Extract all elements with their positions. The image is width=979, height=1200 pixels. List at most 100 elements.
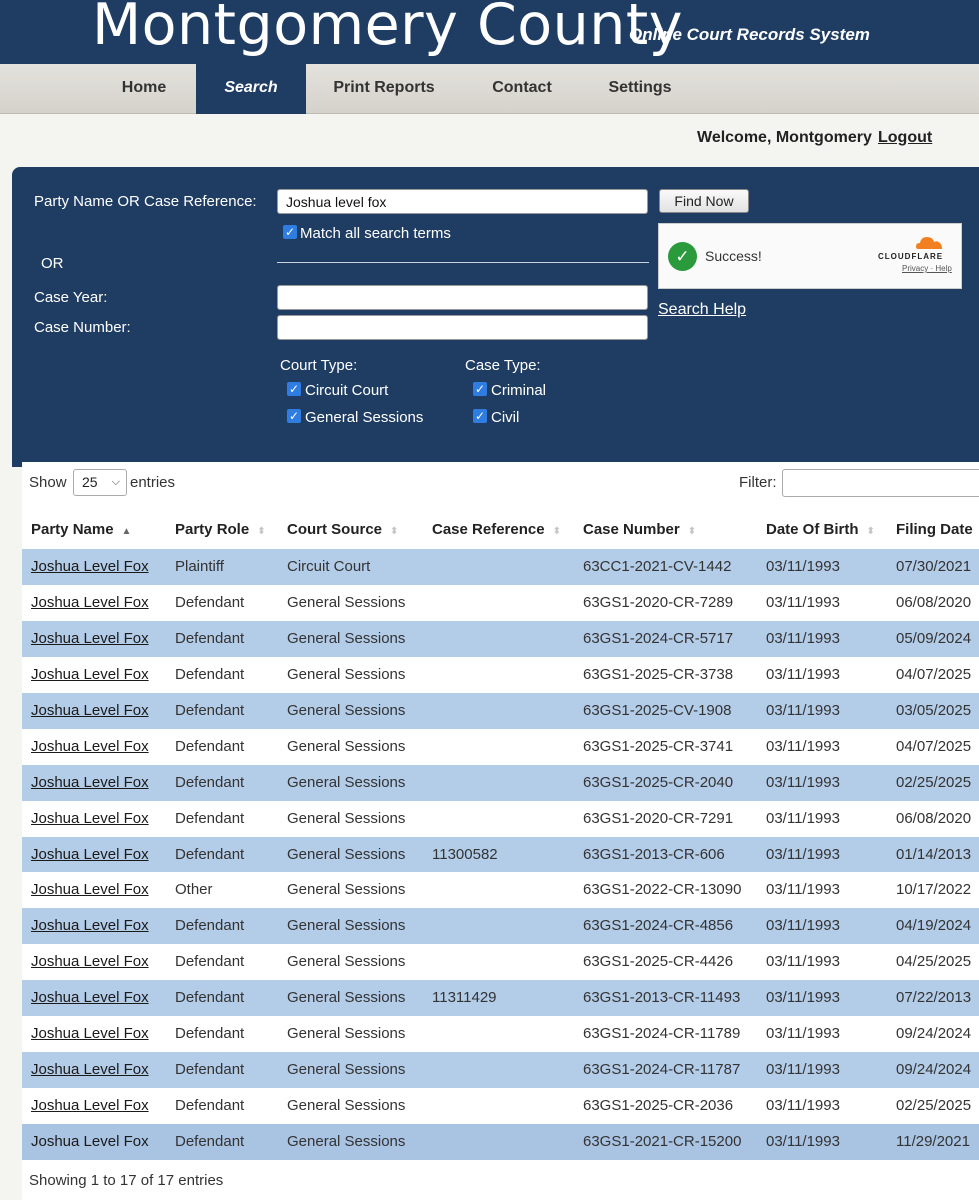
party-role-cell: Defendant: [175, 953, 245, 971]
filing-date-cell: 07/22/2013: [896, 989, 972, 1007]
table-row[interactable]: Joshua Level Fox Other General Sessions 63G…: [22, 872, 979, 909]
table-row[interactable]: Joshua Level Fox Defendant General Session…: [22, 836, 979, 873]
party-name-cell[interactable]: Joshua Level Fox: [31, 1124, 149, 1160]
party-role-cell: Defendant: [175, 593, 245, 611]
match-all-label: Match all search terms: [300, 225, 451, 242]
date-of-birth-cell: 03/11/1993: [766, 1025, 840, 1043]
party-name-cell[interactable]: Joshua Level Fox: [31, 765, 149, 801]
chevron-down-icon: ⌵: [111, 476, 120, 488]
party-name-cell[interactable]: Joshua Level Fox: [31, 693, 149, 729]
party-name-cell[interactable]: Joshua Level Fox: [31, 549, 149, 585]
court-source-cell: General Sessions: [287, 1025, 406, 1043]
logout-link[interactable]: Logout: [878, 129, 932, 147]
nav-home[interactable]: Home: [92, 64, 196, 114]
case-number-input[interactable]: [277, 315, 648, 340]
party-name-cell[interactable]: Joshua Level Fox: [31, 621, 149, 657]
divider: [277, 262, 649, 263]
table-row[interactable]: Joshua Level Fox Plaintiff Circuit Court 63…: [22, 549, 979, 585]
civil-checkbox[interactable]: ✓: [473, 409, 487, 423]
party-role-cell: Plaintiff: [175, 558, 224, 575]
table-row[interactable]: Joshua Level Fox Defendant General Session…: [22, 944, 979, 981]
party-name-cell[interactable]: Joshua Level Fox: [31, 908, 149, 944]
case-number-cell: 63GS1-2020-CR-7289: [583, 593, 734, 611]
table-row[interactable]: Joshua Level Fox Defendant General Session…: [22, 728, 979, 765]
table-row[interactable]: Joshua Level Fox Defendant General Session…: [22, 620, 979, 657]
civil-label: Civil: [491, 409, 520, 426]
party-name-input[interactable]: [277, 189, 648, 214]
circuit-court-checkbox[interactable]: ✓: [287, 382, 301, 396]
table-row[interactable]: Joshua Level Fox Defendant General Session…: [22, 692, 979, 729]
case-year-input[interactable]: [277, 285, 648, 310]
case-reference-cell: 11300582: [432, 845, 498, 863]
column-header-case-number[interactable]: Case Number ⬍: [583, 509, 696, 551]
party-role-cell: Defendant: [175, 701, 245, 719]
date-of-birth-cell: 03/11/1993: [766, 1097, 840, 1115]
party-role-cell: Defendant: [175, 845, 245, 863]
date-of-birth-cell: 03/11/1993: [766, 701, 840, 719]
party-name-cell[interactable]: Joshua Level Fox: [31, 1052, 149, 1088]
table-row[interactable]: Joshua Level Fox Defendant General Session…: [22, 1052, 979, 1089]
table-row[interactable]: Joshua Level Fox Defendant General Session…: [22, 1016, 979, 1053]
column-header-filing-date[interactable]: Filing Date: [896, 509, 973, 551]
table-row[interactable]: Joshua Level Fox Defendant General Session…: [22, 800, 979, 837]
nav-contact[interactable]: Contact: [478, 64, 566, 114]
nav-print-reports[interactable]: Print Reports: [316, 64, 452, 114]
page-size-value: 25: [82, 474, 98, 490]
circuit-court-label: Circuit Court: [305, 382, 389, 399]
sort-asc-icon: ▲: [121, 526, 132, 537]
site-title: Montgomery County: [92, 0, 683, 58]
case-number-cell: 63GS1-2024-CR-11789: [583, 1025, 741, 1043]
criminal-label: Criminal: [491, 382, 547, 399]
date-of-birth-cell: 03/11/1993: [766, 917, 840, 935]
party-role-cell: Other: [175, 881, 213, 899]
success-check-icon: ✓: [668, 242, 697, 271]
case-reference-cell: 11311429: [432, 989, 497, 1007]
table-row[interactable]: Joshua Level Fox Defendant General Session…: [22, 656, 979, 693]
column-header-party-role[interactable]: Party Role ⬍: [175, 509, 266, 551]
column-header-date-of-birth[interactable]: Date Of Birth ⬍: [766, 509, 875, 551]
filing-date-cell: 05/09/2024: [896, 629, 972, 647]
sort-icon: ⬍: [390, 526, 399, 537]
table-row[interactable]: Joshua Level Fox Defendant General Session…: [22, 1124, 979, 1161]
date-of-birth-cell: 03/11/1993: [766, 881, 840, 899]
party-name-cell[interactable]: Joshua Level Fox: [31, 837, 149, 873]
filter-input[interactable]: [782, 469, 979, 497]
party-name-cell[interactable]: Joshua Level Fox: [31, 1016, 149, 1052]
case-number-cell: 63GS1-2024-CR-5717: [583, 629, 734, 647]
party-name-cell[interactable]: Joshua Level Fox: [31, 585, 149, 621]
column-header-case-reference[interactable]: Case Reference ⬍: [432, 509, 561, 551]
party-role-cell: Defendant: [175, 1133, 245, 1151]
table-summary: Showing 1 to 17 of 17 entries: [29, 1172, 224, 1189]
match-all-checkbox[interactable]: ✓: [283, 225, 297, 239]
party-role-cell: Defendant: [175, 773, 245, 791]
welcome-message: Welcome, Montgomery: [697, 129, 872, 146]
court-source-cell: General Sessions: [287, 701, 406, 719]
criminal-checkbox[interactable]: ✓: [473, 382, 487, 396]
party-name-cell[interactable]: Joshua Level Fox: [31, 1088, 149, 1124]
general-sessions-checkbox[interactable]: ✓: [287, 409, 301, 423]
page-size-select[interactable]: 25 ⌵: [73, 469, 127, 496]
party-name-cell[interactable]: Joshua Level Fox: [31, 801, 149, 837]
table-row[interactable]: Joshua Level Fox Defendant General Session…: [22, 584, 979, 621]
find-now-button[interactable]: Find Now: [659, 189, 749, 213]
table-row[interactable]: Joshua Level Fox Defendant General Session…: [22, 1088, 979, 1125]
column-header-court-source[interactable]: Court Source ⬍: [287, 509, 398, 551]
nav-search[interactable]: Search: [196, 64, 306, 114]
court-source-cell: General Sessions: [287, 917, 406, 935]
party-name-cell[interactable]: Joshua Level Fox: [31, 729, 149, 765]
nav-settings[interactable]: Settings: [596, 64, 684, 114]
table-row[interactable]: Joshua Level Fox Defendant General Session…: [22, 980, 979, 1017]
cloudflare-cloud-icon: [916, 237, 942, 249]
case-number-cell: 63GS1-2025-CR-2036: [583, 1097, 734, 1115]
table-row[interactable]: Joshua Level Fox Defendant General Session…: [22, 764, 979, 801]
party-name-cell[interactable]: Joshua Level Fox: [31, 657, 149, 693]
court-source-cell: General Sessions: [287, 989, 406, 1007]
column-header-party-name[interactable]: Party Name ▲: [31, 509, 131, 551]
table-row[interactable]: Joshua Level Fox Defendant General Session…: [22, 908, 979, 945]
captcha-links[interactable]: Privacy · Help: [902, 264, 952, 273]
search-help-link[interactable]: Search Help: [658, 301, 746, 319]
filing-date-cell: 04/25/2025: [896, 953, 972, 971]
party-name-cell[interactable]: Joshua Level Fox: [31, 944, 149, 980]
party-name-cell[interactable]: Joshua Level Fox: [31, 872, 149, 908]
party-name-cell[interactable]: Joshua Level Fox: [31, 980, 149, 1016]
